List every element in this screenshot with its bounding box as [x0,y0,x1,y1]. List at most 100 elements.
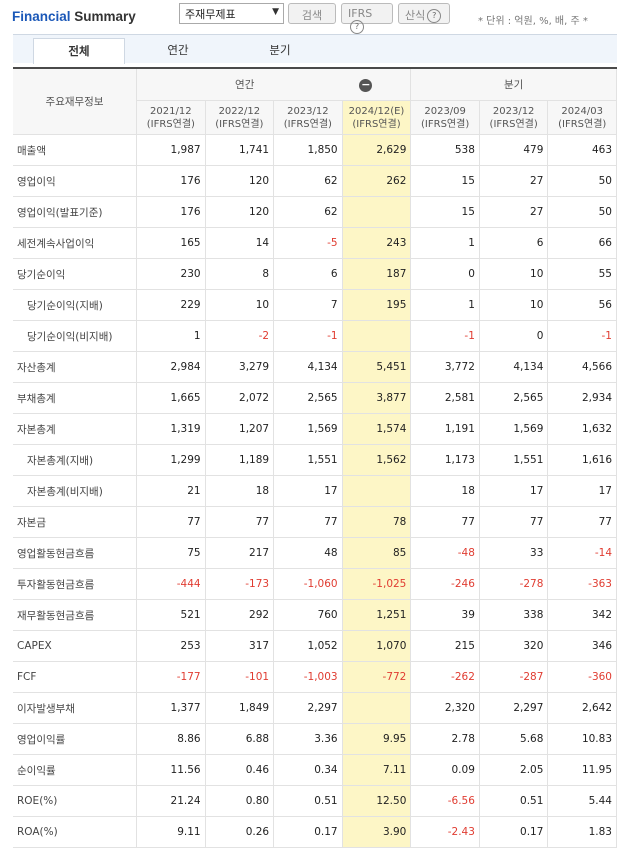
column-basis: (IFRS연결) [421,118,470,130]
table-cell: 0.51 [479,785,549,817]
table-cell: -262 [410,661,480,693]
table-cell: 1,173 [410,444,480,476]
tab-quarter[interactable]: 분기 [235,38,325,63]
table-cell: 2,297 [273,692,343,724]
table-cell: 1,052 [273,630,343,662]
row-label[interactable]: ROA(%) [13,816,138,848]
quarter-group-header: 분기 [410,67,617,101]
row-label[interactable]: 투자활동현금흐름 [13,568,138,600]
row-label[interactable]: 자본총계 [13,413,138,445]
page-title: Financial Summary [12,9,136,24]
row-label[interactable]: 자본금 [13,506,138,538]
table-cell: -363 [547,568,617,600]
table-cell: -360 [547,661,617,693]
table-cell: 2,984 [136,351,206,383]
row-label[interactable]: 당기순이익(비지배) [13,320,138,352]
table-row: 부채총계 1,665 2,072 2,565 3,877 2,581 2,565 2,934 [13,382,617,414]
tab-annual[interactable]: 연간 [133,38,223,63]
column-basis: (IFRS연결) [283,118,332,130]
row-label[interactable]: 재무활동현금흐름 [13,599,138,631]
table-cell: 1,299 [136,444,206,476]
chevron-down-icon: ▼ [272,7,279,17]
table-cell: 4,134 [273,351,343,383]
table-cell: 4,134 [479,351,549,383]
row-label[interactable]: 부채총계 [13,382,138,414]
table-cell: 1,574 [342,413,412,445]
table-cell: 21 [136,475,206,507]
table-row: 영업이익률 8.86 6.88 3.36 9.95 2.78 5.68 10.83 [13,723,617,755]
row-label[interactable]: 영업이익 [13,165,138,197]
statement-type-select[interactable]: 주재무제표 ▼ [179,3,284,24]
table-row: FCF -177 -101 -1,003 -772 -262 -287 -360 [13,661,617,693]
column-basis: (IFRS연결) [146,118,195,130]
row-label[interactable]: 이자발생부채 [13,692,138,724]
row-label[interactable]: 영업이익률 [13,723,138,755]
table-cell: 1,562 [342,444,412,476]
table-row: 투자활동현금흐름 -444 -173 -1,060 -1,025 -246 -278 -363 [13,568,617,600]
column-period: 2023/12 [492,105,535,117]
column-basis: (IFRS연결) [215,118,264,130]
table-cell: 0.17 [273,816,343,848]
column-header: 2023/12 (IFRS연결) [479,100,549,135]
row-label[interactable]: 영업활동현금흐름 [13,537,138,569]
row-label[interactable]: 순이익률 [13,754,138,786]
table-cell: 10 [479,289,549,321]
tab-bar: 전체 연간 분기 [13,34,617,64]
row-label[interactable]: ROE(%) [13,785,138,817]
row-label[interactable]: CAPEX [13,630,138,662]
table-cell: 39 [410,599,480,631]
table-row: 영업이익(발표기준) 176 120 62 15 27 50 [13,196,617,228]
table-row: 자본총계 1,319 1,207 1,569 1,574 1,191 1,569 1,632 [13,413,617,445]
table-cell: 62 [273,196,343,228]
row-label[interactable]: 영업이익(발표기준) [13,196,138,228]
row-label[interactable]: 자산총계 [13,351,138,383]
table-cell: 0.09 [410,754,480,786]
tab-all[interactable]: 전체 [33,38,125,64]
table-cell: 55 [547,258,617,290]
table-cell: 2,297 [479,692,549,724]
row-label[interactable]: 당기순이익(지배) [13,289,138,321]
column-header: 2023/09 (IFRS연결) [410,100,480,135]
row-label[interactable]: 매출액 [13,134,138,166]
table-cell: 11.56 [136,754,206,786]
row-label[interactable]: 자본총계(지배) [13,444,138,476]
table-cell: 1 [136,320,206,352]
table-cell: 9.95 [342,723,412,755]
row-label[interactable]: FCF [13,661,138,693]
table-cell: 2.05 [479,754,549,786]
table-row: 당기순이익 230 8 6 187 0 10 55 [13,258,617,290]
table-cell: 320 [479,630,549,662]
table-cell: -2 [205,320,275,352]
table-cell: 1,319 [136,413,206,445]
table-cell: 176 [136,196,206,228]
table-cell [342,692,412,724]
table-cell: 215 [410,630,480,662]
column-basis: (IFRS연결) [489,118,538,130]
table-cell: -14 [547,537,617,569]
table-row: 영업이익 176 120 62 262 15 27 50 [13,165,617,197]
table-cell: 5,451 [342,351,412,383]
ifrs-help-button[interactable]: IFRS? [341,3,393,34]
formula-help-button[interactable]: 산식? [398,3,450,24]
table-cell: -1 [273,320,343,352]
table-cell: 21.24 [136,785,206,817]
table-cell: 262 [342,165,412,197]
table-cell: 187 [342,258,412,290]
table-cell: 0.26 [205,816,275,848]
table-cell: 14 [205,227,275,259]
table-row: 자본총계(비지배) 21 18 17 18 17 17 [13,475,617,507]
search-button-label: 검색 [301,9,323,22]
row-label[interactable]: 세전계속사업이익 [13,227,138,259]
row-label[interactable]: 자본총계(비지배) [13,475,138,507]
table-cell: -6.56 [410,785,480,817]
table-cell: 1,616 [547,444,617,476]
table-cell: 317 [205,630,275,662]
help-icon: ? [427,9,442,23]
title-financial: Financial [12,9,71,24]
search-button[interactable]: 검색 [288,3,336,24]
row-label[interactable]: 당기순이익 [13,258,138,290]
table-cell: 243 [342,227,412,259]
table-row: 당기순이익(지배) 229 10 7 195 1 10 56 [13,289,617,321]
collapse-icon[interactable]: − [359,78,373,92]
column-period: 2024/03 [561,105,603,117]
